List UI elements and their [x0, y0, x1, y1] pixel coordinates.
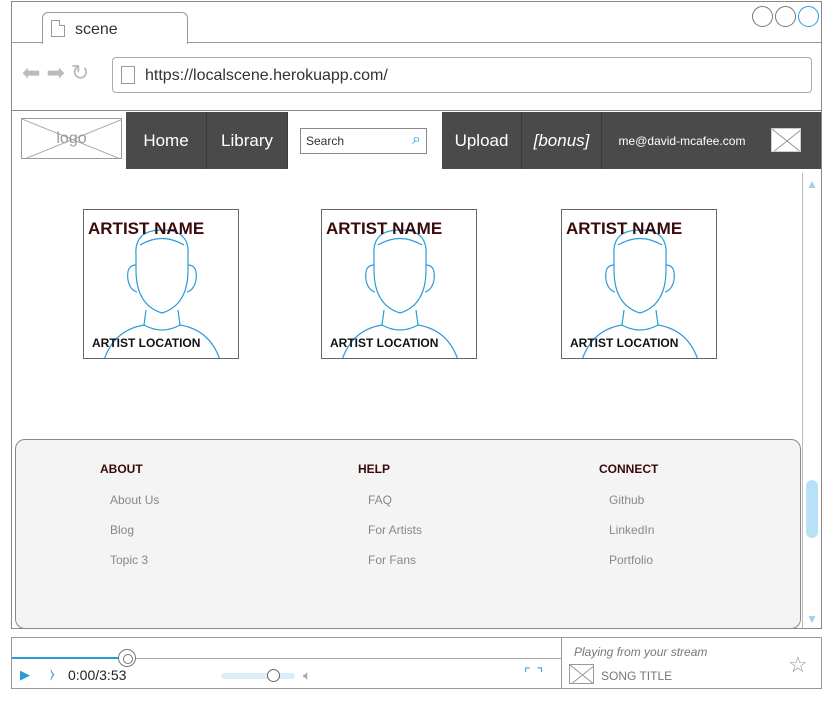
user-email[interactable]: me@david-mcafee.com — [602, 112, 762, 169]
artist-location: ARTIST LOCATION — [92, 336, 201, 350]
footer-link[interactable]: FAQ — [368, 493, 422, 507]
search-icon[interactable]: ⌕ — [412, 131, 421, 149]
artist-name: ARTIST NAME — [88, 219, 205, 238]
maximize-button[interactable] — [775, 6, 796, 27]
footer-link[interactable]: Portfolio — [609, 553, 658, 567]
image-placeholder-cross — [570, 665, 593, 683]
nav-bonus[interactable]: [bonus] — [522, 112, 602, 169]
footer-link[interactable]: Topic 3 — [110, 553, 159, 567]
browser-window: scene ⬅ ➡ ↻ https://localscene.herokuapp… — [11, 1, 822, 629]
music-player: ▶ ⧽ 0:00/3:53 🔈︎ ⌜⌝ Playing from your st… — [11, 637, 822, 689]
url-text[interactable]: https://localscene.herokuapp.com/ — [145, 67, 388, 85]
search-area: Search ⌕ — [288, 112, 442, 169]
playback-time: 0:00/3:53 — [68, 667, 127, 683]
progress-fill — [12, 657, 127, 659]
artist-location: ARTIST LOCATION — [570, 336, 679, 350]
site-footer: ABOUT About Us Blog Topic 3 HELP FAQ For… — [15, 439, 801, 629]
scroll-up-icon[interactable]: ▲ — [806, 177, 818, 191]
logo-text: logo — [56, 130, 87, 147]
refresh-icon[interactable]: ↻ — [71, 62, 89, 84]
footer-link[interactable]: LinkedIn — [609, 523, 658, 537]
nav-arrows: ⬅ ➡ ↻ — [22, 62, 89, 84]
forward-arrow-icon[interactable]: ➡ — [46, 62, 64, 84]
fullscreen-icon[interactable]: ⌜⌝ — [524, 665, 549, 682]
page-scrollbar[interactable]: ▲ ▼ — [802, 173, 821, 628]
artist-card[interactable]: ARTIST NAME ARTIST LOCATION — [561, 209, 717, 359]
window-controls — [752, 6, 819, 27]
volume-knob[interactable] — [267, 669, 280, 682]
logo-placeholder: logo — [21, 118, 122, 159]
artist-location: ARTIST LOCATION — [330, 336, 439, 350]
artist-card[interactable]: ARTIST NAME ARTIST LOCATION — [321, 209, 477, 359]
song-title: SONG TITLE — [601, 669, 673, 683]
speaker-icon[interactable]: 🔈︎ — [303, 667, 311, 684]
play-icon[interactable]: ▶ — [20, 667, 30, 683]
close-button[interactable] — [798, 6, 819, 27]
scroll-down-icon[interactable]: ▼ — [806, 612, 818, 626]
search-placeholder: Search — [306, 134, 345, 148]
footer-link[interactable]: Blog — [110, 523, 159, 537]
audio-wave-icon: ⧽ — [50, 665, 55, 681]
footer-heading: CONNECT — [599, 462, 659, 476]
footer-link[interactable]: About Us — [110, 493, 159, 507]
tab-title: scene — [75, 21, 118, 38]
footer-link[interactable]: Github — [609, 493, 658, 507]
star-icon[interactable]: ☆ — [788, 652, 808, 678]
footer-about: ABOUT About Us Blog Topic 3 — [100, 462, 159, 583]
site-navbar: logo Home Library Search ⌕ Upload [bonus… — [12, 112, 821, 169]
footer-link[interactable]: For Fans — [368, 553, 422, 567]
image-placeholder-cross — [772, 129, 800, 151]
toolbar-divider — [12, 110, 821, 111]
logo-area[interactable]: logo — [12, 112, 126, 169]
page-icon — [51, 20, 65, 37]
back-arrow-icon[interactable]: ⬅ — [22, 62, 40, 84]
footer-connect: CONNECT Github LinkedIn Portfolio — [599, 462, 658, 583]
footer-link[interactable]: For Artists — [368, 523, 422, 537]
song-image-icon — [569, 664, 594, 684]
nav-upload[interactable]: Upload — [442, 112, 522, 169]
footer-help: HELP FAQ For Artists For Fans — [358, 462, 422, 583]
artist-card[interactable]: ARTIST NAME ARTIST LOCATION — [83, 209, 239, 359]
nav-library[interactable]: Library — [207, 112, 288, 169]
stream-label: Playing from your stream — [574, 645, 708, 659]
nav-home[interactable]: Home — [126, 112, 207, 169]
artist-name: ARTIST NAME — [566, 219, 683, 238]
progress-knob[interactable] — [118, 649, 136, 667]
minimize-button[interactable] — [752, 6, 773, 27]
browser-tab[interactable]: scene — [42, 12, 188, 44]
player-divider — [561, 638, 562, 688]
scroll-thumb[interactable] — [806, 480, 818, 538]
volume-slider[interactable] — [221, 673, 295, 679]
footer-heading: HELP — [358, 462, 391, 476]
avatar-image-icon[interactable] — [771, 128, 801, 152]
search-input[interactable]: Search ⌕ — [300, 128, 427, 154]
footer-heading: ABOUT — [100, 462, 143, 476]
page-icon — [121, 66, 135, 84]
artist-name: ARTIST NAME — [326, 219, 443, 238]
address-bar[interactable]: https://localscene.herokuapp.com/ — [112, 57, 812, 93]
